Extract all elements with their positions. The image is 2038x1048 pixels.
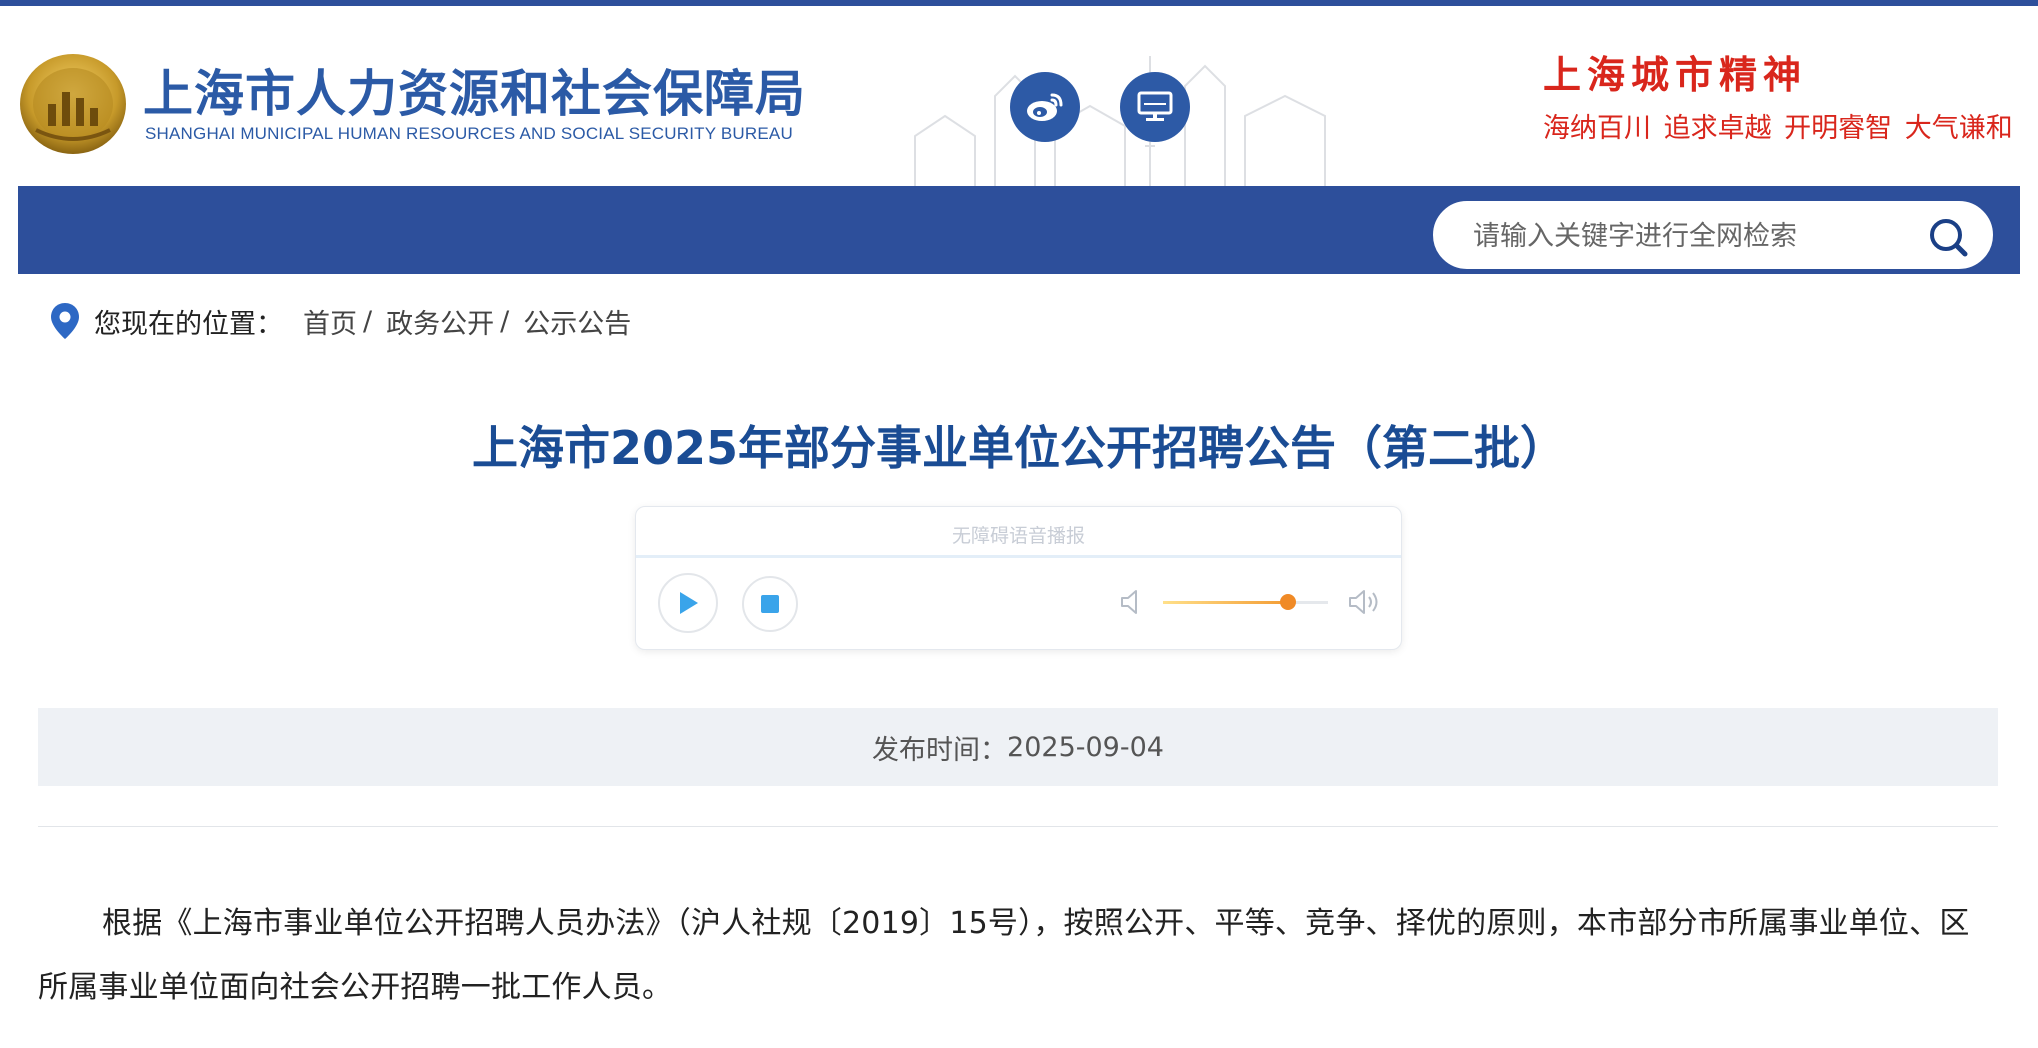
search-input[interactable] bbox=[1471, 215, 1915, 257]
breadcrumb: 您现在的位置： 首页 / 政务公开 / 公示公告 bbox=[50, 300, 631, 342]
stop-icon bbox=[761, 595, 779, 613]
page-title: 上海市2025年部分事业单位公开招聘公告（第二批） bbox=[471, 421, 1567, 475]
weibo-button[interactable] bbox=[1010, 72, 1080, 142]
monitor-icon bbox=[1137, 91, 1173, 121]
search-box bbox=[1431, 199, 1995, 271]
volume-slider[interactable] bbox=[1163, 594, 1328, 610]
breadcrumb-announcements[interactable]: 公示公告 bbox=[523, 302, 631, 341]
volume-slider-fill bbox=[1163, 601, 1289, 604]
stop-button[interactable] bbox=[742, 576, 798, 632]
location-pin-icon bbox=[51, 303, 79, 339]
breadcrumb-home[interactable]: 首页 bbox=[303, 302, 357, 341]
publish-time-label: 发布时间： bbox=[872, 734, 1008, 766]
publish-date: 2025-09-04 bbox=[1007, 731, 1164, 763]
play-icon bbox=[680, 592, 698, 614]
volume-low-icon[interactable] bbox=[1118, 587, 1148, 617]
breadcrumb-prefix: 您现在的位置： bbox=[94, 308, 283, 340]
city-spirit-title: 上海城市精神 bbox=[1543, 52, 1808, 97]
player-label: 无障碍语音播报 bbox=[951, 525, 1085, 547]
search-icon[interactable] bbox=[1927, 215, 1971, 259]
city-spirit-slogan: 海纳百川 追求卓越 开明睿智 大气谦和 bbox=[1543, 113, 2013, 144]
volume-slider-thumb[interactable] bbox=[1280, 594, 1297, 610]
bureau-emblem-icon[interactable] bbox=[18, 52, 128, 156]
content-divider bbox=[38, 826, 1998, 827]
site-name[interactable]: 上海市人力资源和社会保障局 bbox=[143, 54, 806, 126]
weibo-icon bbox=[1027, 93, 1063, 121]
site-name-english: SHANGHAI MUNICIPAL HUMAN RESOURCES AND S… bbox=[145, 124, 793, 143]
breadcrumb-separator: / bbox=[363, 305, 373, 337]
volume-high-icon[interactable] bbox=[1346, 587, 1382, 617]
play-button[interactable] bbox=[658, 573, 718, 633]
player-progress-line bbox=[636, 555, 1401, 558]
breadcrumb-separator: / bbox=[500, 305, 510, 337]
pc-version-button[interactable] bbox=[1120, 72, 1190, 142]
site-header: 上海市人力资源和社会保障局 SHANGHAI MUNICIPAL HUMAN R… bbox=[0, 6, 2038, 192]
accessibility-audio-player: 无障碍语音播报 bbox=[635, 506, 1402, 650]
breadcrumb-government-affairs[interactable]: 政务公开 bbox=[386, 302, 494, 341]
article-paragraph: 根据《上海市事业单位公开招聘人员办法》（沪人社规〔2019〕15号），按照公开、… bbox=[38, 906, 1970, 1005]
publish-info-bar: 发布时间： 2025-09-04 bbox=[38, 708, 1998, 786]
